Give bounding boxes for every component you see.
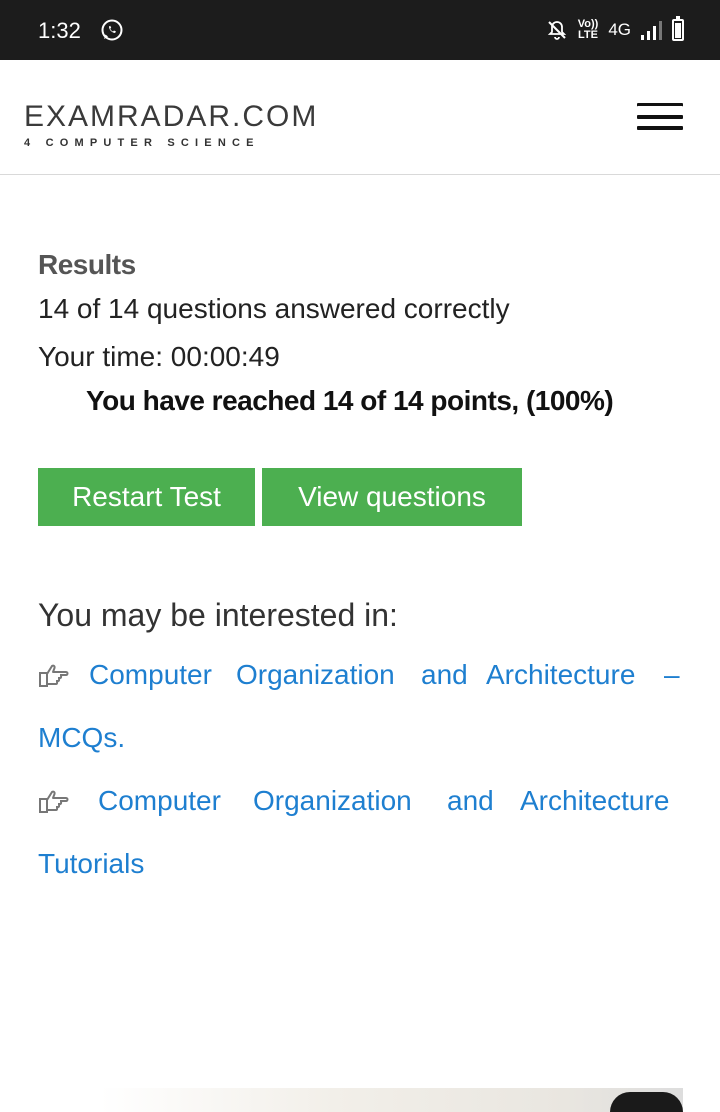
link-word[interactable]: Architecture	[520, 785, 669, 817]
advertisement-image[interactable]	[100, 1088, 683, 1112]
status-time: 1:32	[38, 18, 81, 43]
advertisement-image-detail	[610, 1092, 683, 1112]
points-summary: You have reached 14 of 14 points, (100%)	[86, 385, 614, 416]
answered-count: 14 of 14 questions answered correctly	[38, 293, 510, 324]
link-word[interactable]: Computer	[89, 659, 212, 691]
link-word[interactable]: Organization	[253, 785, 412, 817]
related-link-coa-mcqs[interactable]: Computer Organization and Architecture –…	[38, 659, 684, 753]
volte-icon: Vo)) LTE	[578, 19, 599, 41]
hamburger-menu-icon[interactable]	[637, 103, 683, 131]
restart-test-button[interactable]: Restart Test	[38, 468, 255, 526]
link-word[interactable]: Organization	[236, 659, 395, 691]
link-word[interactable]: –	[664, 659, 680, 691]
network-type: 4G	[608, 20, 631, 39]
related-link-coa-tutorials[interactable]: Computer Organization and Architecture T…	[38, 785, 684, 879]
interested-heading: You may be interested in:	[38, 597, 398, 633]
link-word[interactable]: Architecture	[486, 659, 635, 691]
mute-notifications-icon	[547, 21, 566, 40]
link-word[interactable]: Computer	[98, 785, 221, 817]
site-header: EXAMRADAR.COM 4 COMPUTER SCIENCE	[0, 60, 720, 175]
site-logo[interactable]: EXAMRADAR.COM	[24, 100, 318, 134]
link-word[interactable]: MCQs.	[38, 722, 125, 754]
status-bar: 1:32 Vo)) LTE 4G	[0, 0, 720, 60]
signal-icon	[641, 20, 662, 40]
link-word[interactable]: and	[447, 785, 494, 817]
battery-icon	[672, 16, 684, 41]
link-word[interactable]: Tutorials	[38, 848, 144, 880]
view-questions-button[interactable]: View questions	[262, 468, 522, 526]
whatsapp-icon	[101, 19, 123, 41]
volte-bottom-label: LTE	[578, 29, 598, 41]
time-taken: Your time: 00:00:49	[38, 341, 280, 372]
hand-pointing-right-icon	[39, 664, 69, 687]
status-icons: Vo)) LTE 4G	[546, 16, 684, 44]
link-word[interactable]: and	[421, 659, 468, 691]
results-title: Results	[38, 249, 136, 280]
site-tagline: 4 COMPUTER SCIENCE	[24, 137, 260, 149]
hand-pointing-right-icon	[39, 790, 69, 813]
